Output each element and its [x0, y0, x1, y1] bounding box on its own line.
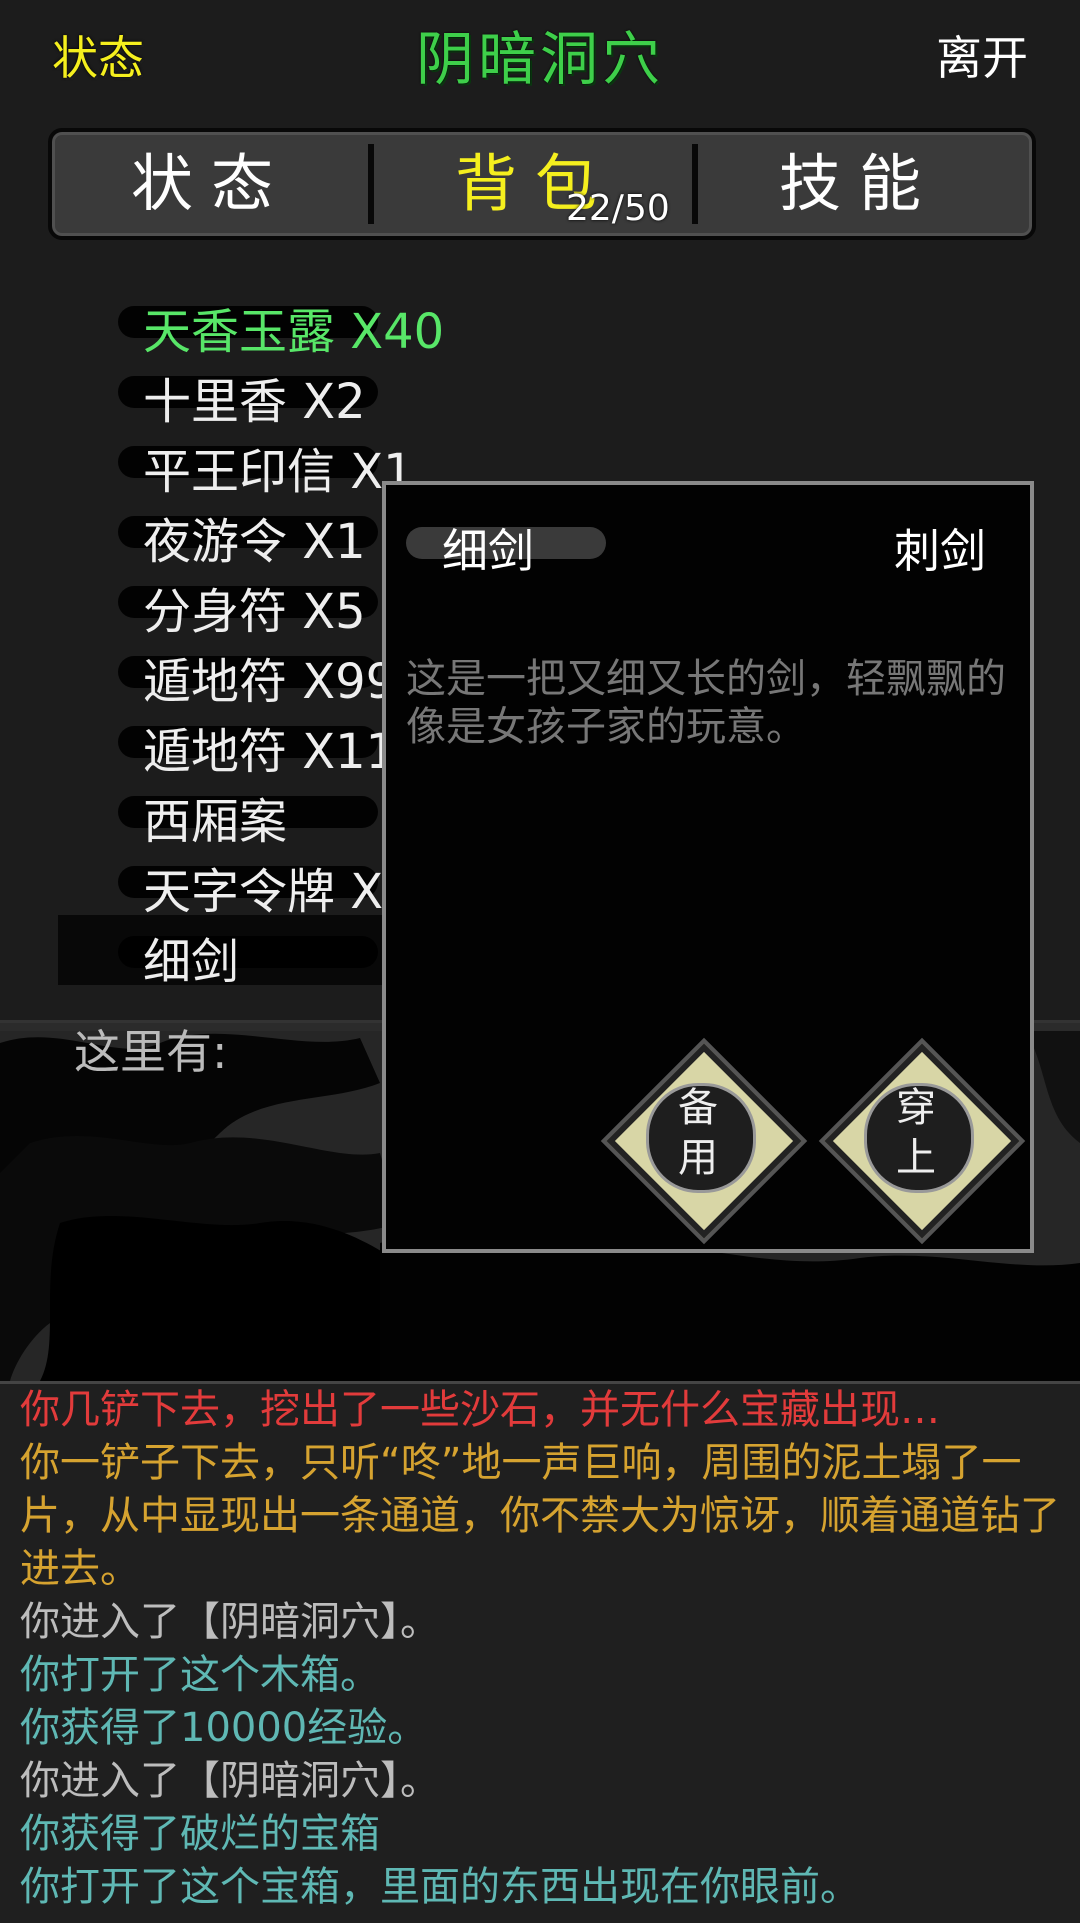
equip-button[interactable]: 穿 上	[824, 1043, 1020, 1239]
list-item[interactable]: 天香玉露 X40	[0, 288, 1080, 360]
tab-bar: 状态 背包 技能	[48, 128, 1036, 240]
item-name: 天字令牌 X1	[143, 864, 414, 920]
equip-button-label: 穿 上	[826, 1083, 1006, 1183]
log-line: 你打开了这个宝箱，里面的东西出现在你眼前。	[20, 1864, 860, 1910]
tab-skills[interactable]: 技能	[700, 132, 1018, 236]
tab-divider	[692, 144, 698, 224]
item-name: 分身符 X5	[143, 584, 366, 640]
here-label: 这里有:	[74, 1025, 228, 1079]
leave-button[interactable]: 离开	[936, 22, 1028, 88]
item-name: 夜游令 X1	[143, 514, 366, 570]
log-line: 你几铲下去，挖出了一些沙石，并无什么宝藏出现…	[20, 1387, 940, 1433]
log-line: 你一铲子下去，只听“咚”地一声巨响，周围的泥土塌了一片，从中显现出一条通道，你不…	[20, 1440, 1060, 1592]
log-line: 你获得了破烂的宝箱	[20, 1811, 380, 1857]
tab-divider	[368, 144, 374, 224]
item-name: 遁地符 X99	[143, 654, 397, 710]
popup-item-type: 刺剑	[894, 524, 986, 578]
popup-item-name: 细剑	[442, 524, 534, 578]
log-line: 你进入了【阴暗洞穴】。	[20, 1599, 440, 1645]
item-name: 平王印信 X1	[143, 444, 414, 500]
item-name: 西厢案	[143, 794, 288, 850]
popup-item-description: 这是一把又细又长的剑，轻飘飘的像是女孩子家的玩意。	[406, 656, 1006, 750]
tab-status[interactable]: 状态	[52, 132, 370, 236]
item-detail-popup: 细剑 刺剑 这是一把又细又长的剑，轻飘飘的像是女孩子家的玩意。 备 用 穿 上	[382, 481, 1034, 1253]
bag-capacity: 22/50	[566, 188, 670, 229]
item-name: 细剑	[143, 934, 240, 990]
item-name: 天香玉露 X40	[143, 304, 445, 360]
reserve-button-label: 备 用	[608, 1083, 788, 1183]
reserve-text: 备 用	[678, 1085, 718, 1181]
log-line: 你打开了这个木箱。	[20, 1652, 380, 1698]
message-log: 你几铲下去，挖出了一些沙石，并无什么宝藏出现… 你一铲子下去，只听“咚”地一声巨…	[0, 1381, 1080, 1923]
location-title: 阴暗洞穴	[415, 25, 664, 93]
list-item[interactable]: 十里香 X2	[0, 358, 1080, 430]
equip-text: 穿 上	[896, 1085, 936, 1181]
log-line: 你获得了10000经验。	[20, 1705, 428, 1751]
item-name: 十里香 X2	[143, 374, 366, 430]
item-name: 遁地符 X11	[143, 724, 397, 780]
log-line: 你进入了【阴暗洞穴】。	[20, 1758, 440, 1804]
reserve-button[interactable]: 备 用	[606, 1043, 802, 1239]
